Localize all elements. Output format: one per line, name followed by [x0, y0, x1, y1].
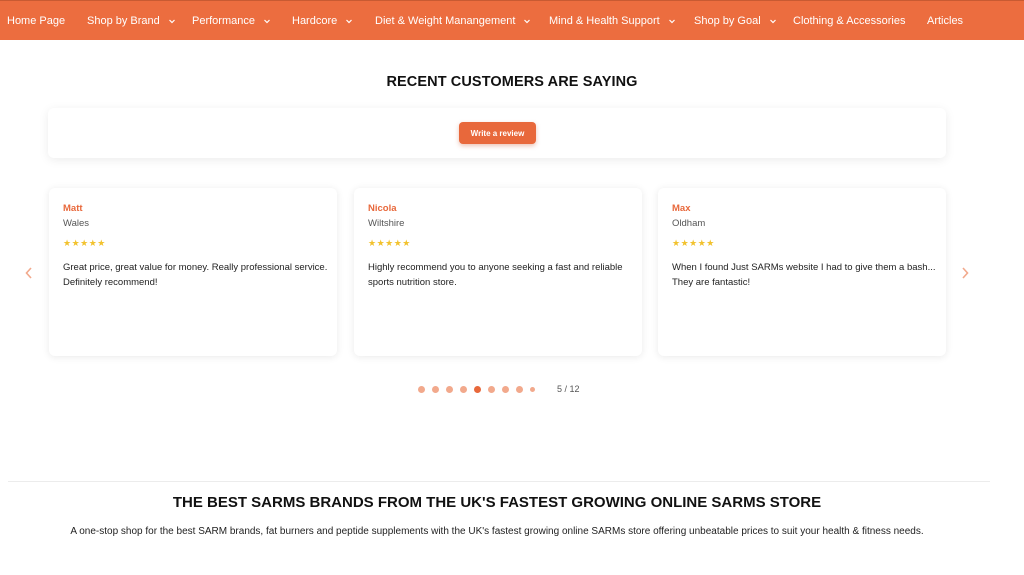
- nav-item-shop-by-brand[interactable]: Shop by Brand: [87, 1, 176, 41]
- star-rating: ★★★★★: [63, 238, 106, 248]
- carousel-dot[interactable]: [530, 386, 535, 392]
- nav-item-label: Hardcore: [292, 15, 338, 27]
- chevron-down-icon: [668, 17, 676, 25]
- section-divider: [8, 481, 990, 482]
- nav-item-hardcore[interactable]: Hardcore: [292, 1, 353, 41]
- chevron-down-icon: [345, 17, 353, 25]
- chevron-down-icon: [168, 17, 176, 25]
- nav-item-diet-weight-management[interactable]: Diet & Weight Manangement: [375, 1, 531, 41]
- nav-item-shop-by-goal[interactable]: Shop by Goal: [694, 1, 777, 41]
- reviews-section-title: RECENT CUSTOMERS ARE SAYING: [386, 74, 638, 90]
- carousel-dot[interactable]: [446, 385, 453, 393]
- review-text: When I found Just SARMs website I had to…: [672, 262, 936, 288]
- reviewer-location: Oldham: [672, 218, 706, 229]
- star-rating: ★★★★★: [672, 238, 715, 248]
- chevron-down-icon: [769, 17, 777, 25]
- review-card: Max Oldham ★★★★★ When I found Just SARMs…: [658, 188, 946, 356]
- review-text: Highly recommend you to anyone seeking a…: [368, 262, 623, 288]
- star-rating: ★★★★★: [368, 238, 411, 248]
- brands-section-description: A one-stop shop for the best SARM brands…: [70, 526, 924, 537]
- nav-item-label: Shop by Brand: [87, 15, 160, 27]
- nav-item-label: Performance: [192, 15, 255, 27]
- brands-section-title: THE BEST SARMS BRANDS FROM THE UK'S FAST…: [172, 494, 822, 511]
- nav-item-home-page[interactable]: Home Page: [7, 1, 65, 41]
- carousel-dot-active[interactable]: [474, 385, 481, 393]
- review-card: Nicola Wiltshire ★★★★★ Highly recommend …: [354, 188, 642, 356]
- reviewer-location: Wiltshire: [368, 218, 405, 229]
- reviewer-location: Wales: [63, 218, 90, 229]
- chevron-left-icon[interactable]: [23, 266, 35, 280]
- main-navigation: Home Page Shop by Brand Performance Hard…: [0, 0, 1024, 40]
- chevron-down-icon: [523, 17, 531, 25]
- carousel-dot[interactable]: [460, 385, 467, 393]
- chevron-down-icon: [263, 17, 271, 25]
- write-review-button[interactable]: Write a review: [459, 122, 536, 144]
- review-text: Great price, great value for money. Real…: [63, 262, 328, 288]
- nav-item-label: Articles: [927, 15, 964, 27]
- carousel-dot[interactable]: [432, 385, 439, 393]
- nav-item-performance[interactable]: Performance: [192, 1, 271, 41]
- nav-item-label: Clothing & Accessories: [793, 15, 906, 27]
- carousel-dot[interactable]: [488, 385, 495, 393]
- reviewer-name: Matt: [63, 203, 83, 214]
- nav-item-label: Diet & Weight Manangement: [375, 15, 516, 27]
- reviewer-name: Max: [672, 203, 691, 214]
- review-card: Matt Wales ★★★★★ Great price, great valu…: [49, 188, 337, 356]
- nav-item-clothing-accessories[interactable]: Clothing & Accessories: [793, 1, 906, 41]
- carousel-counter: 5 / 12: [557, 384, 580, 394]
- carousel-dot[interactable]: [516, 385, 523, 393]
- nav-item-label: Mind & Health Support: [549, 15, 660, 27]
- carousel-dot[interactable]: [502, 385, 509, 393]
- nav-item-mind-health-support[interactable]: Mind & Health Support: [549, 1, 676, 41]
- chevron-right-icon[interactable]: [959, 266, 971, 280]
- carousel-pagination: [418, 384, 542, 394]
- nav-item-articles[interactable]: Articles: [927, 1, 963, 41]
- reviewer-name: Nicola: [368, 203, 397, 214]
- nav-item-label: Home Page: [7, 15, 66, 27]
- carousel-dot[interactable]: [418, 385, 425, 393]
- nav-item-label: Shop by Goal: [694, 15, 761, 27]
